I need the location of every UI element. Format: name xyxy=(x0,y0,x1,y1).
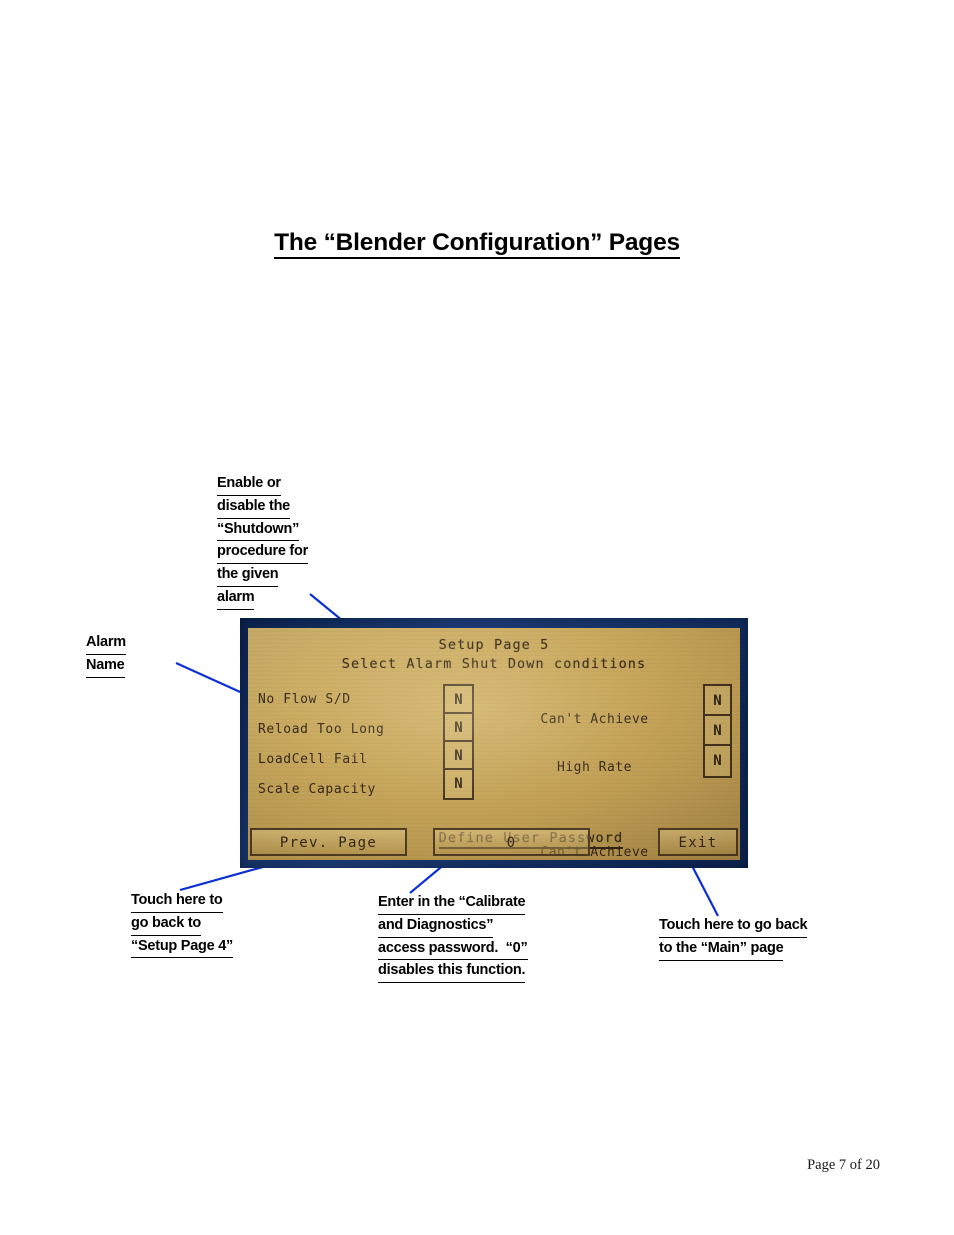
callout-shutdown-line-6: alarm xyxy=(217,587,255,610)
alarm-toggle-motor-failure[interactable]: N xyxy=(705,746,730,776)
alarm-label-loadcell: LoadCell Fail xyxy=(258,752,368,767)
alarm-label-no-flow: No Flow S/D xyxy=(258,692,351,707)
alarm-toggle-low-rate[interactable]: N xyxy=(705,716,730,746)
exit-button[interactable]: Exit xyxy=(658,828,738,856)
callout-password-line-1: Enter in the “Calibrate xyxy=(378,892,526,915)
callout-password-line-2: and Diagnostics” xyxy=(378,915,494,938)
alarm-toggle-no-flow[interactable]: N xyxy=(445,686,472,714)
callout-password-line-3: access password. “0” xyxy=(378,938,528,961)
alarm-toggle-scale-cap[interactable]: N xyxy=(445,770,472,798)
hmi-title: Setup Page 5 xyxy=(438,637,550,653)
callout-shutdown-line-3: “Shutdown” xyxy=(217,519,299,542)
callout-prev-page-line-2: go back to xyxy=(131,913,201,936)
callout-password: Enter in the “Calibrate and Diagnostics”… xyxy=(378,892,593,984)
page-title: The “Blender Configuration” Pages xyxy=(0,229,954,259)
callout-shutdown-line-4: procedure for xyxy=(217,541,308,565)
callout-prev-page: Touch here to go back to “Setup Page 4” xyxy=(131,890,291,959)
callout-shutdown-line-5: the given xyxy=(217,564,279,587)
password-value-field[interactable]: 0 xyxy=(433,828,590,856)
hmi-bezel: Setup Page 5 Select Alarm Shut Down cond… xyxy=(240,618,748,868)
alarm-list-left: No Flow S/D Reload Too Long LoadCell Fai… xyxy=(258,685,443,805)
alarm-label-high-rate-line-1: Can't Achieve xyxy=(540,712,649,727)
alarm-label-high-rate-line-2: High Rate xyxy=(557,760,632,775)
alarm-toggle-high-rate[interactable]: N xyxy=(705,686,730,716)
prev-page-button[interactable]: Prev. Page xyxy=(250,828,407,856)
callout-alarm-name-line-2: Name xyxy=(86,655,125,678)
alarm-toggle-column-right: N N N xyxy=(703,684,732,778)
callout-shutdown: Enable or disable the “Shutdown” procedu… xyxy=(217,473,367,610)
callout-exit: Touch here to go back to the “Main” page xyxy=(659,915,879,961)
callout-exit-line-1: Touch here to go back xyxy=(659,915,808,938)
callout-exit-line-2: to the “Main” page xyxy=(659,938,784,961)
document-page: The “Blender Configuration” Pages Enable… xyxy=(0,0,954,1235)
callout-password-line-4: disables this function. xyxy=(378,960,526,984)
callout-alarm-name: Alarm Name xyxy=(86,632,216,678)
page-title-text: The “Blender Configuration” Pages xyxy=(274,229,680,259)
callout-shutdown-line-1: Enable or xyxy=(217,473,281,496)
hmi-button-row: Prev. Page 0 Exit xyxy=(248,828,740,858)
hmi-screen: Setup Page 5 Select Alarm Shut Down cond… xyxy=(248,628,740,860)
alarm-label-high-rate: Can't Achieve High Rate xyxy=(487,680,702,808)
alarm-toggle-loadcell[interactable]: N xyxy=(445,742,472,770)
hmi-subtitle: Select Alarm Shut Down conditions xyxy=(341,656,647,672)
alarm-label-scale-cap: Scale Capacity xyxy=(258,782,376,797)
alarm-label-reload: Reload Too Long xyxy=(258,722,385,737)
page-footer: Page 7 of 20 xyxy=(807,1157,880,1173)
callout-alarm-name-line-1: Alarm xyxy=(86,632,126,655)
alarm-toggle-column-left: N N N N xyxy=(443,684,474,800)
callout-prev-page-line-3: “Setup Page 4” xyxy=(131,936,233,959)
alarm-toggle-reload[interactable]: N xyxy=(445,714,472,742)
callout-shutdown-line-2: disable the xyxy=(217,496,290,519)
callout-prev-page-line-1: Touch here to xyxy=(131,890,223,913)
